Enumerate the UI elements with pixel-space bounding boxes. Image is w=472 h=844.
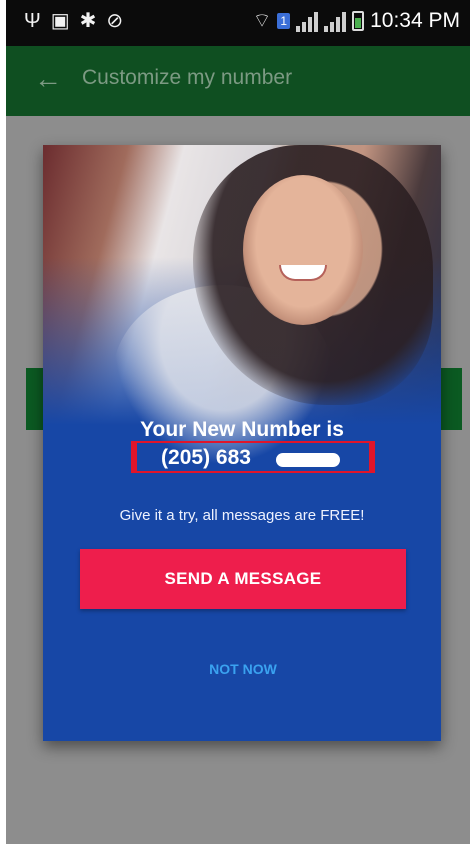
usb-icon: Ψ: [24, 10, 41, 32]
notification-icons: Ψ ▣ ✱ ⊘: [24, 10, 123, 32]
signal-icon: [296, 10, 319, 32]
clock: 10:34 PM: [370, 9, 460, 32]
not-now-button[interactable]: NOT NOW: [163, 651, 323, 687]
status-bar: Ψ ▣ ✱ ⊘ ⌔ 1 10:34 PM: [6, 0, 470, 46]
redaction-mark: [276, 453, 340, 467]
phone-number-prefix: (205) 683: [161, 446, 251, 469]
new-number-dialog: Your New Number is (205) 683 Give it a t…: [43, 145, 441, 741]
settings-icon: ✱: [79, 10, 97, 32]
app-bar: ← Customize my number: [6, 46, 470, 116]
send-message-button[interactable]: SEND A MESSAGE: [80, 549, 406, 609]
image-icon: ▣: [50, 10, 70, 32]
page-title: Customize my number: [82, 66, 293, 89]
block-icon: ⊘: [106, 10, 124, 32]
battery-icon: [352, 11, 365, 31]
phone-screen: Ψ ▣ ✱ ⊘ ⌔ 1 10:34 PM ← Customize my numb…: [6, 0, 470, 844]
back-arrow-icon[interactable]: ←: [34, 64, 62, 94]
dialog-subtext: Give it a try, all messages are FREE!: [119, 507, 365, 524]
hero-photo: [43, 145, 441, 465]
phone-number: (205) 683: [43, 445, 441, 471]
wifi-icon: ⌔: [252, 10, 272, 32]
sim-badge: 1: [277, 13, 291, 29]
system-icons: ⌔ 1 10:34 PM: [253, 9, 460, 33]
dialog-headline: Your New Number is: [140, 418, 344, 441]
signal-icon-2: [324, 10, 347, 32]
